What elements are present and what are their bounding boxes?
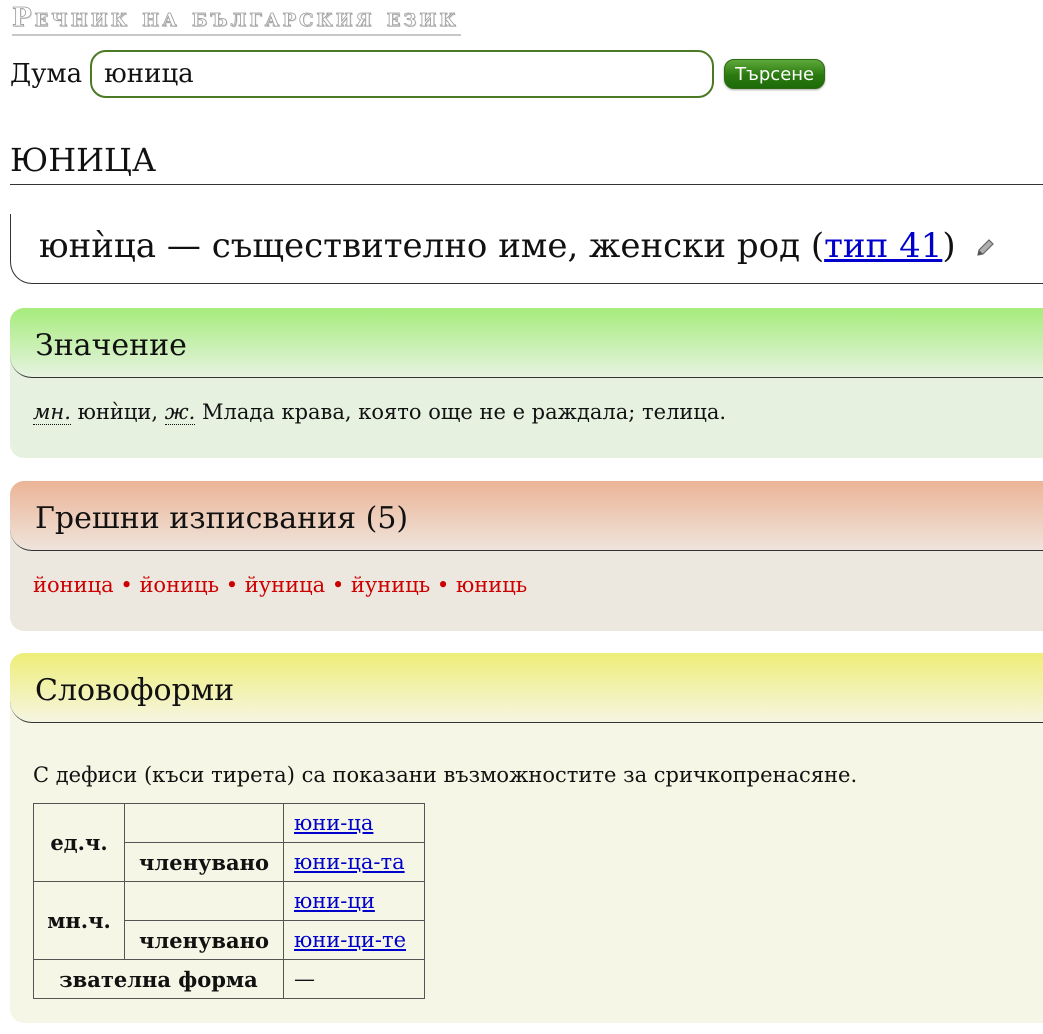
type-close-paren: ) (942, 226, 956, 266)
misspelling-item: йониць (139, 573, 220, 597)
singular-label: ед.ч. (33, 803, 125, 882)
table-row: ед.ч. юни-ца (33, 803, 425, 882)
hyphenation-note: С дефиси (къси тирета) са показани възмо… (33, 763, 858, 787)
misspelling-item: юниць (455, 573, 528, 597)
word-heading: ЮНИЦА (10, 138, 1043, 185)
type-open-paren: ( (810, 226, 825, 266)
meaning-body: мн. юнѝци, ж. Млада крава, която още не … (33, 400, 727, 425)
plural-form-link[interactable]: юни-ци (294, 889, 375, 913)
wordforms-section: Словоформи С дефиси (къси тирета) са пок… (10, 653, 1043, 1023)
vocative-label: звателна форма (33, 959, 284, 999)
meaning-section: Значение мн. юнѝци, ж. Млада крава, коят… (10, 308, 1043, 458)
table-row: мн.ч. юни-ци (33, 881, 425, 960)
form-cell: юни-ца-та (283, 842, 425, 882)
wordforms-body: С дефиси (къси тирета) са показани възмо… (10, 723, 1043, 1021)
separator: • (120, 573, 133, 597)
vocative-value: — (283, 959, 425, 999)
form-cell: юни-ци-те (283, 920, 425, 960)
wordforms-title: Словоформи (35, 673, 235, 708)
misspellings-header: Грешни изписвания (5) (10, 481, 1043, 551)
misspellings-title: Грешни изписвания (5) (35, 501, 409, 536)
empty-cell (124, 881, 284, 921)
wordforms-table: ед.ч. юни-ца членувано юни-ца-та мн.ч. ю… (33, 803, 425, 999)
pencil-icon[interactable] (974, 228, 996, 268)
meaning-title: Значение (35, 328, 187, 363)
plural-definite-link[interactable]: юни-ци-те (294, 928, 406, 952)
misspellings-body: йоница • йониць • йуница • йуниць • юниц… (10, 551, 1043, 619)
word-definition-line: юнѝца — съществително име, женски род (т… (39, 226, 996, 268)
word-definition-box: юнѝца — съществително име, женски род (т… (10, 214, 1043, 284)
type-link[interactable]: тип 41 (824, 226, 942, 266)
misspelling-item: йуница (244, 573, 326, 597)
search-input[interactable] (90, 50, 715, 98)
dash: — (166, 226, 201, 266)
plural-label: мн.ч. (33, 881, 125, 960)
separator: • (225, 573, 239, 597)
table-row: звателна форма — (33, 959, 425, 999)
gender-abbr: ж. (164, 400, 196, 425)
search-bar: Дума Търсене (10, 50, 826, 98)
empty-cell (124, 803, 284, 843)
site-title[interactable]: Речник на българския език (12, 2, 461, 36)
wordforms-header: Словоформи (10, 653, 1043, 723)
separator: • (436, 573, 450, 597)
misspelling-item: йоница (33, 573, 114, 597)
definite-label: членувано (124, 842, 284, 882)
singular-form-link[interactable]: юни-ца (294, 811, 373, 835)
singular-definite-link[interactable]: юни-ца-та (294, 850, 405, 874)
meaning-header: Значение (10, 308, 1043, 378)
plural-abbr: мн. (33, 400, 71, 425)
separator: • (331, 573, 345, 597)
plural-form: юнѝци (77, 400, 152, 424)
definition-text: Млада крава, която още не е раждала; тел… (201, 400, 727, 424)
form-cell: юни-ца (283, 803, 425, 843)
misspelling-item: йуниць (350, 573, 431, 597)
search-label: Дума (10, 59, 83, 89)
word-description: съществително име, женски род (211, 226, 801, 266)
misspellings-section: Грешни изписвания (5) йоница • йониць • … (10, 481, 1043, 631)
definite-label: членувано (124, 920, 284, 960)
search-button[interactable]: Търсене (724, 59, 826, 89)
form-cell: юни-ци (283, 881, 425, 921)
headword: юнѝца (39, 226, 157, 266)
